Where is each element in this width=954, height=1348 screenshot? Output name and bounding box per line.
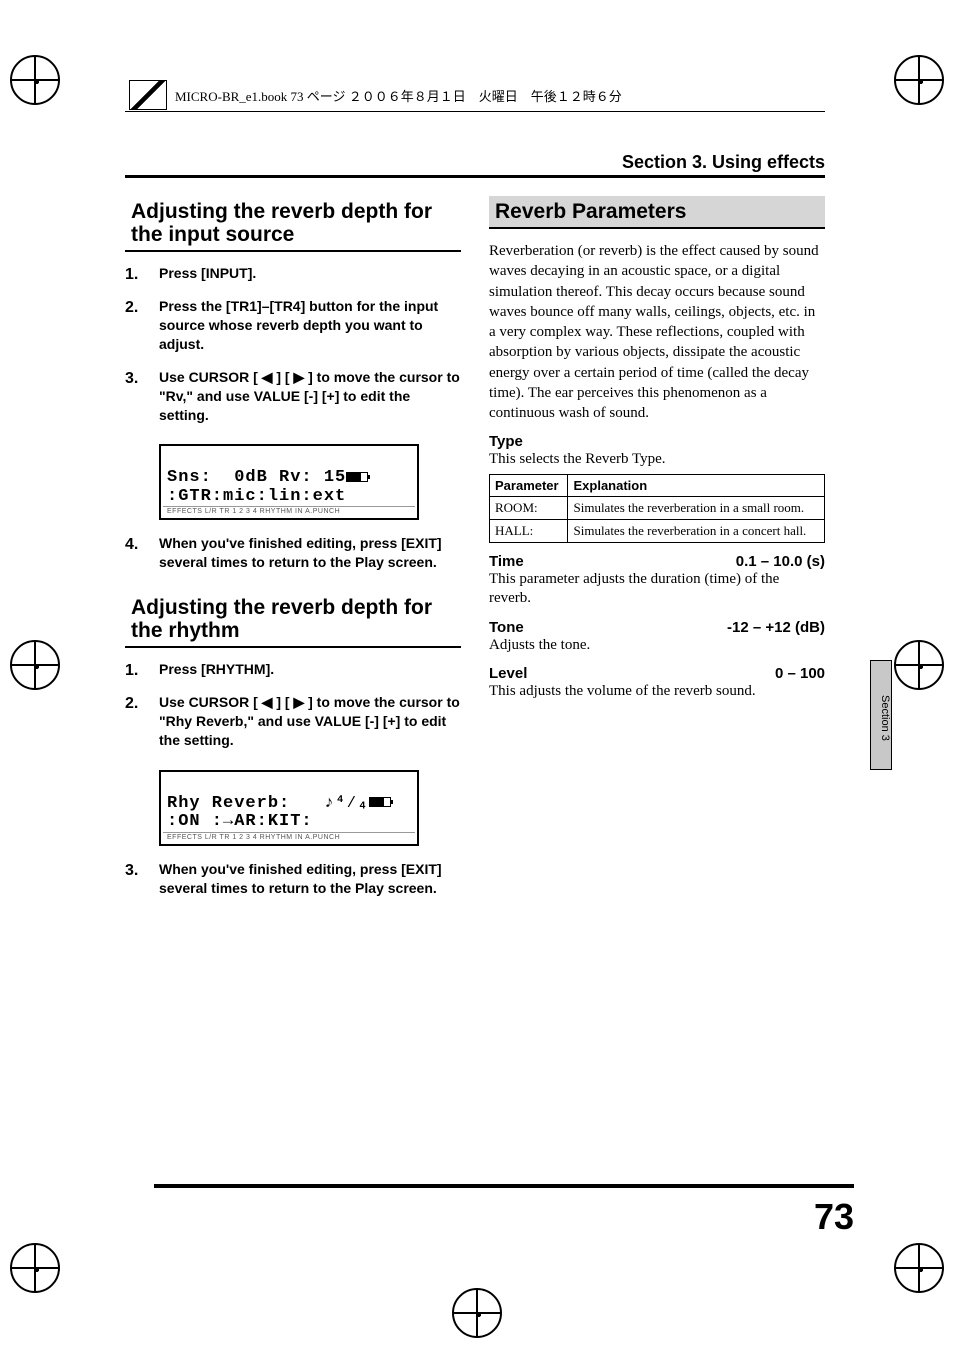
- step: When you've finished editing, press [EXI…: [125, 860, 461, 898]
- lcd-line: Sns: 0dB Rv: 15: [167, 468, 346, 487]
- crop-mark-icon: [894, 1243, 944, 1293]
- lcd-status-bar: EFFECTS L/R TR 1 2 3 4 RHYTHM IN A.PUNCH: [163, 832, 415, 842]
- section-header: Section 3. Using effects: [125, 152, 825, 178]
- steps-input: Press [INPUT]. Press the [TR1]–[TR4] but…: [125, 264, 461, 424]
- param-row-time: Time 0.1 – 10.0 (s): [489, 553, 825, 570]
- note-icon: ♪⁴⁄₄: [324, 794, 369, 813]
- battery-icon: [369, 797, 391, 807]
- table-cell: HALL:: [490, 519, 568, 542]
- heading-adjust-input: Adjusting the reverb depth for the input…: [125, 196, 461, 252]
- right-column: Reverb Parameters Reverberation (or reve…: [489, 196, 825, 918]
- table-row: HALL: Simulates the reverberation in a c…: [490, 519, 825, 542]
- crop-mark-icon: [10, 55, 60, 105]
- table-cell: Simulates the reverberation in a small r…: [568, 496, 825, 519]
- reverb-type-table: Parameter Explanation ROOM: Simulates th…: [489, 474, 825, 543]
- param-range: 0 – 100: [775, 665, 825, 682]
- lcd-line: :GTR:mic:lin:ext: [167, 487, 346, 506]
- lcd-screenshot: Sns: 0dB Rv: 15 :GTR:mic:lin:ext EFFECTS…: [159, 444, 419, 520]
- step: Press [INPUT].: [125, 264, 461, 283]
- crop-mark-icon: [894, 640, 944, 690]
- table-cell: Simulates the reverberation in a concert…: [568, 519, 825, 542]
- table-header: Explanation: [568, 474, 825, 496]
- lcd-status-bar: EFFECTS L/R TR 1 2 3 4 RHYTHM IN A.PUNCH: [163, 506, 415, 516]
- param-heading-type: Type: [489, 433, 825, 450]
- step: Use CURSOR [ ◀ ] [ ▶ ] to move the curso…: [125, 693, 461, 750]
- table-cell: ROOM:: [490, 496, 568, 519]
- step: Press the [TR1]–[TR4] button for the inp…: [125, 297, 461, 354]
- crop-mark-icon: [894, 55, 944, 105]
- lcd-screenshot: Rhy Reverb: ♪⁴⁄₄ :ON :→AR:KIT: EFFECTS L…: [159, 770, 419, 846]
- param-desc: This selects the Reverb Type.: [489, 450, 825, 470]
- lcd-line: :ON :→AR:KIT:: [167, 812, 313, 831]
- param-label: Time: [489, 553, 524, 570]
- param-row-level: Level 0 – 100: [489, 665, 825, 682]
- footer-rule: [154, 1184, 854, 1188]
- param-label: Tone: [489, 619, 524, 636]
- left-column: Adjusting the reverb depth for the input…: [125, 196, 461, 918]
- param-label: Level: [489, 665, 527, 682]
- section-tab: Section 3: [870, 660, 892, 770]
- heading-reverb-params: Reverb Parameters: [489, 196, 825, 229]
- steps-rhythm-cont: When you've finished editing, press [EXI…: [125, 860, 461, 898]
- page-number: 73: [814, 1196, 854, 1238]
- param-row-tone: Tone -12 – +12 (dB): [489, 619, 825, 636]
- step: When you've finished editing, press [EXI…: [125, 534, 461, 572]
- table-row: Parameter Explanation: [490, 474, 825, 496]
- param-desc: Adjusts the tone.: [489, 636, 825, 656]
- table-header: Parameter: [490, 474, 568, 496]
- table-row: ROOM: Simulates the reverberation in a s…: [490, 496, 825, 519]
- param-range: -12 – +12 (dB): [727, 619, 825, 636]
- intro-paragraph: Reverberation (or reverb) is the effect …: [489, 241, 825, 423]
- param-desc: This parameter adjusts the duration (tim…: [489, 570, 825, 609]
- page-content: MICRO-BR_e1.book 73 ページ ２００６年８月１日 火曜日 午後…: [125, 80, 825, 918]
- crop-mark-icon: [452, 1288, 502, 1338]
- crop-mark-icon: [10, 1243, 60, 1293]
- heading-adjust-rhythm: Adjusting the reverb depth for the rhyth…: [125, 592, 461, 648]
- steps-rhythm: Press [RHYTHM]. Use CURSOR [ ◀ ] [ ▶ ] t…: [125, 660, 461, 750]
- param-range: 0.1 – 10.0 (s): [736, 553, 825, 570]
- lcd-line: Rhy Reverb:: [167, 794, 290, 813]
- step: Press [RHYTHM].: [125, 660, 461, 679]
- battery-icon: [346, 472, 368, 482]
- crop-mark-icon: [10, 640, 60, 690]
- document-meta-line: MICRO-BR_e1.book 73 ページ ２００６年８月１日 火曜日 午後…: [125, 80, 825, 112]
- param-desc: This adjusts the volume of the reverb so…: [489, 682, 825, 702]
- steps-input-cont: When you've finished editing, press [EXI…: [125, 534, 461, 572]
- step: Use CURSOR [ ◀ ] [ ▶ ] to move the curso…: [125, 368, 461, 425]
